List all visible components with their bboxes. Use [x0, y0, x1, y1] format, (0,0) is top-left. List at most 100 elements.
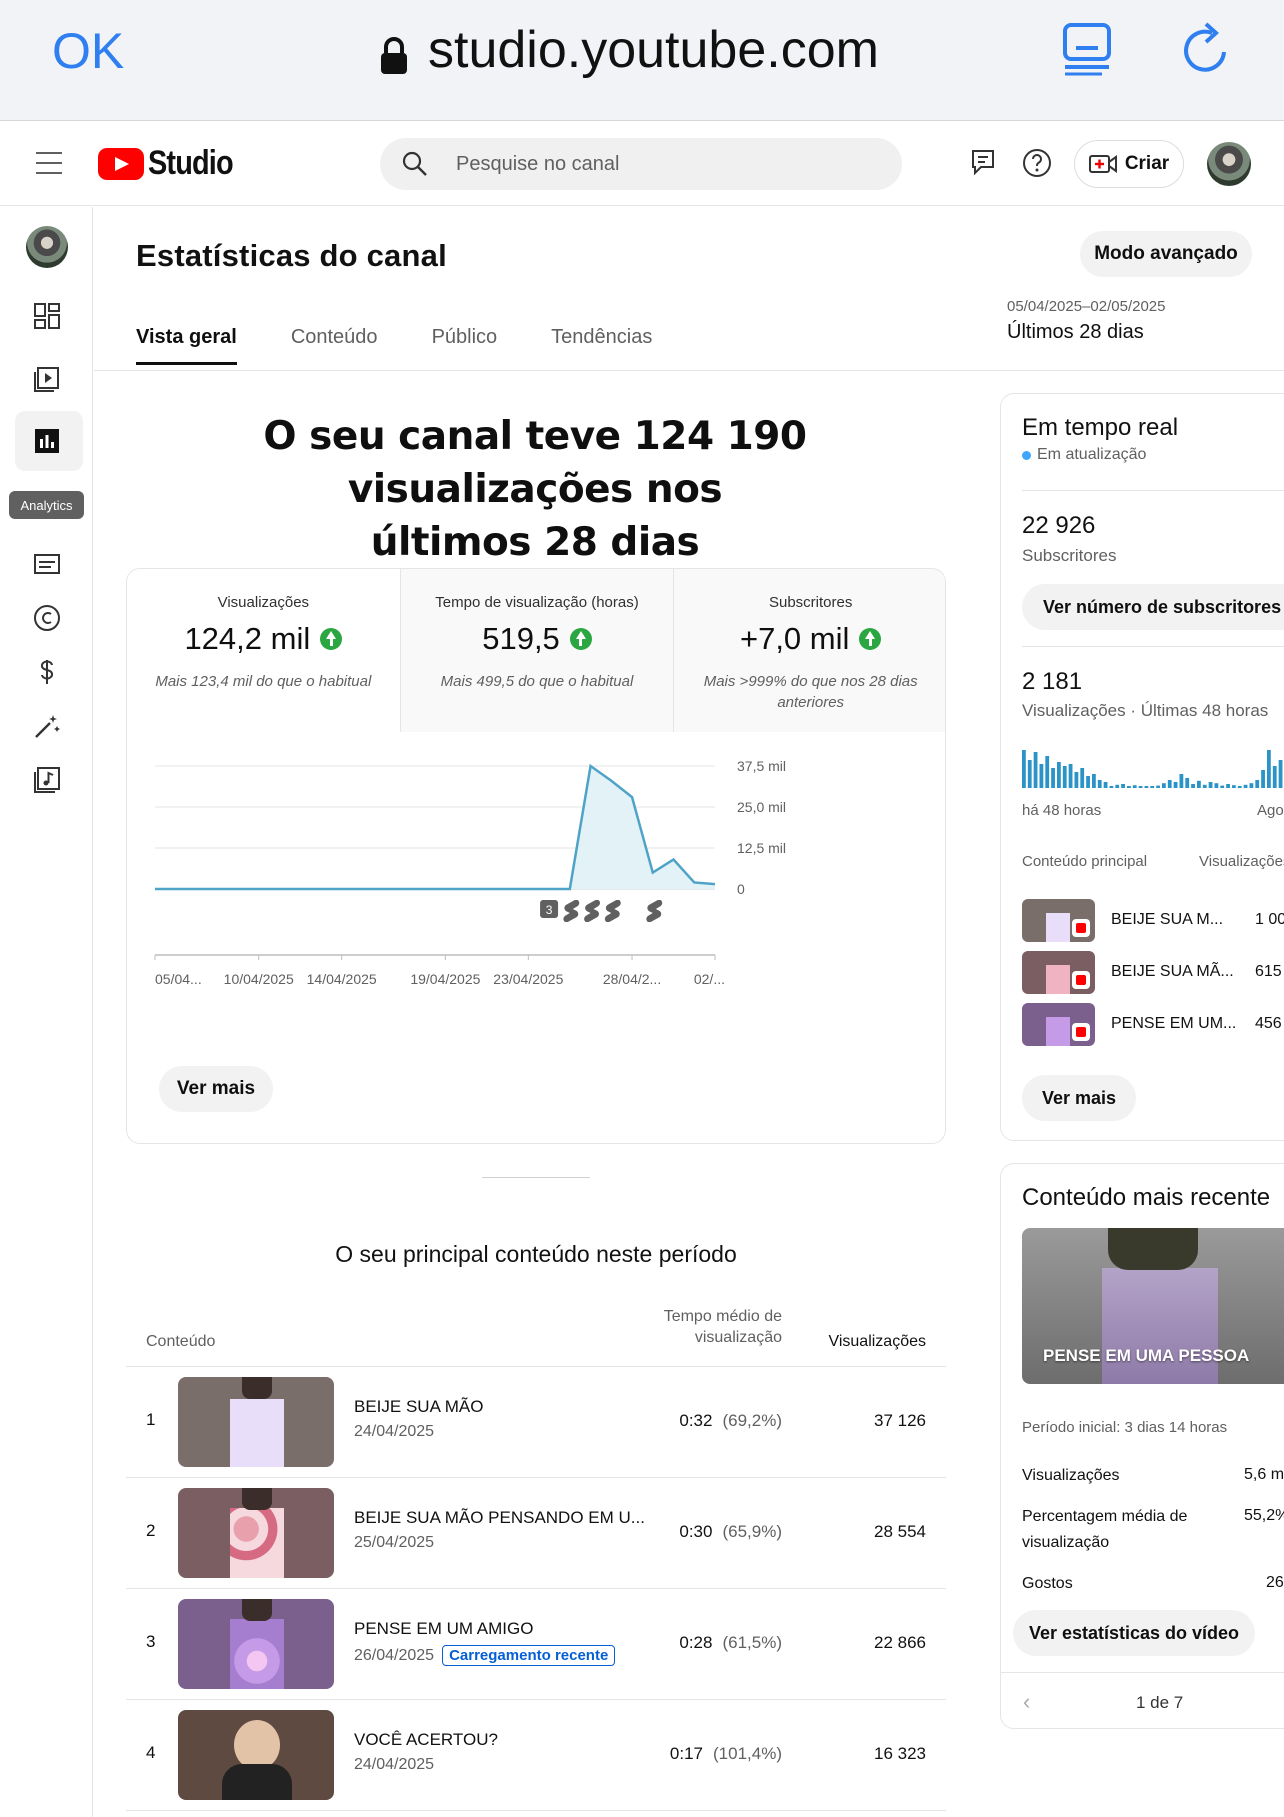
realtime-subs-button[interactable]: Ver número de subscritores em tempo real — [1022, 584, 1284, 630]
avg-percent: (61,5%) — [722, 1633, 782, 1652]
realtime-bar — [1150, 786, 1155, 788]
realtime-bar — [1278, 760, 1283, 788]
page-title: Estatísticas do canal — [136, 238, 447, 273]
stat-label: Visualizações — [1022, 1467, 1120, 1484]
realtime-bar-chart[interactable] — [1022, 748, 1284, 788]
avg-duration: 0:32 (69,2%) — [679, 1411, 782, 1431]
views-chart[interactable]: 37,5 mil 25,0 mil 12,5 mil 0 05/04... 10/04/2… — [127, 732, 946, 1022]
x-tick-label: 05/04... — [155, 971, 202, 987]
customization-wand-icon[interactable] — [33, 712, 61, 740]
chevron-left-icon[interactable]: ‹ — [1023, 1689, 1030, 1715]
realtime-bar — [1185, 778, 1190, 788]
y-tick-label: 25,0 mil — [737, 799, 786, 815]
recent-content-card: Conteúdo mais recente PENSE EM UMA PESSO… — [1000, 1163, 1284, 1729]
metric-subscribers[interactable]: Subscritores +7,0 mil Mais >999% do que … — [674, 569, 945, 732]
menu-icon[interactable] — [36, 152, 62, 174]
x-tick-label: 28/04/2... — [603, 971, 661, 987]
see-more-button[interactable]: Ver mais — [159, 1066, 273, 1112]
dashboard-icon[interactable] — [33, 302, 61, 330]
pager-text: 1 de 7 — [1136, 1693, 1184, 1712]
realtime-bar — [1162, 783, 1166, 788]
metric-value: 519,5 — [482, 621, 560, 656]
metric-label: Subscritores — [768, 594, 853, 611]
video-title[interactable]: BEIJE SUA MÃO — [354, 1397, 483, 1417]
date-range-picker[interactable]: 05/04/2025–02/05/2025 Últimos 28 dias — [1007, 298, 1166, 344]
realtime-bar — [1214, 783, 1219, 788]
separator — [1022, 646, 1284, 647]
subtitles-icon[interactable] — [33, 550, 61, 578]
realtime-bar — [1068, 764, 1073, 788]
copyright-icon[interactable] — [33, 604, 61, 632]
realtime-bar — [1121, 784, 1125, 788]
video-title[interactable]: BEIJE SUA MÃO PENSANDO EM U... — [354, 1508, 645, 1528]
create-button[interactable]: Criar — [1074, 140, 1184, 188]
feedback-icon[interactable] — [970, 148, 996, 176]
arrow-up-icon — [859, 628, 882, 650]
date-range-dates: 05/04/2025–02/05/2025 — [1007, 298, 1166, 315]
table-header: Conteúdo Tempo médio de visualização Vis… — [126, 1306, 946, 1366]
realtime-see-more-button[interactable]: Ver mais — [1022, 1075, 1136, 1121]
arrow-up-icon — [569, 628, 592, 650]
avg-time: 0:17 — [669, 1744, 704, 1763]
lock-icon — [381, 37, 407, 74]
shorts-icon — [604, 900, 621, 922]
tab-overview[interactable]: Vista geral — [136, 326, 237, 365]
realtime-bar — [1092, 774, 1096, 788]
tab-content[interactable]: Conteúdo — [291, 326, 378, 365]
video-title[interactable]: PENSE EM UM AMIGO — [354, 1619, 533, 1639]
realtime-subs-label: Subscritores — [1022, 546, 1117, 565]
reload-icon[interactable] — [1180, 20, 1232, 76]
video-thumbnail[interactable] — [178, 1710, 334, 1800]
recent-video-thumbnail[interactable]: PENSE EM UMA PESSOA — [1022, 1228, 1284, 1384]
earn-icon[interactable] — [33, 658, 61, 686]
video-thumbnail[interactable] — [178, 1377, 334, 1467]
realtime-bar — [1144, 786, 1149, 788]
list-item[interactable]: BEIJE SUA M... 1 002 — [1022, 899, 1284, 943]
studio-logo[interactable]: Studio — [98, 144, 248, 183]
tab-trends[interactable]: Tendências — [551, 326, 652, 365]
realtime-bar — [1249, 783, 1254, 788]
series-area — [155, 766, 715, 889]
video-title[interactable]: VOCÊ ACERTOU? — [354, 1730, 498, 1750]
tab-audience[interactable]: Público — [432, 326, 498, 365]
row-rank: 2 — [146, 1521, 156, 1540]
table-row[interactable]: 3 PENSE EM UM AMIGO 26/04/2025 Carregamen… — [126, 1588, 946, 1699]
separator — [1022, 490, 1284, 491]
metric-watch-time[interactable]: Tempo de visualização (horas) 519,5 Mais… — [400, 569, 675, 732]
video-stats-button[interactable]: Ver estatísticas do vídeo — [1013, 1610, 1255, 1656]
video-thumbnail[interactable] — [178, 1488, 334, 1578]
realtime-axis-left: há 48 horas — [1022, 802, 1102, 819]
help-icon[interactable] — [1022, 148, 1052, 178]
audio-library-icon[interactable] — [33, 766, 61, 794]
search-input[interactable]: Pesquise no canal — [380, 138, 902, 190]
views-headline: O seu canal teve 124 190 visualizações n… — [120, 410, 950, 569]
video-views: 16 323 — [874, 1744, 926, 1763]
table-row[interactable]: 1 BEIJE SUA MÃO 24/04/2025 0:32 (69,2%) 3… — [126, 1366, 946, 1477]
metric-views[interactable]: Visualizações 124,2 mil Mais 123,4 mil d… — [127, 569, 401, 732]
video-views: 1 002 — [1255, 911, 1284, 928]
done-button[interactable]: OK — [52, 22, 124, 80]
table-row[interactable]: 2 BEIJE SUA MÃO PENSANDO EM U... 25/04/2… — [126, 1477, 946, 1588]
realtime-bar — [1255, 780, 1260, 788]
address-bar[interactable]: studio.youtube.com — [380, 20, 879, 80]
row-rank: 1 — [146, 1410, 156, 1429]
video-plus-icon — [1088, 155, 1117, 173]
channel-avatar[interactable] — [26, 226, 68, 268]
realtime-bar — [1033, 752, 1038, 788]
content-icon[interactable] — [33, 364, 61, 392]
table-row[interactable]: 4 VOCÊ ACERTOU? 24/04/2025 0:17 (101,4%) … — [126, 1699, 946, 1810]
headline-line-2: últimos 28 dias — [370, 520, 700, 565]
realtime-bar — [1057, 762, 1061, 788]
list-item[interactable]: PENSE EM UM... 456 — [1022, 1003, 1284, 1047]
video-thumbnail[interactable] — [178, 1599, 334, 1689]
list-item[interactable]: BEIJE SUA MÃ... 615 — [1022, 951, 1284, 995]
realtime-card: Em tempo real Em atualização 22 926 Subs… — [1000, 393, 1284, 1141]
reader-view-icon[interactable] — [1062, 22, 1112, 76]
avg-duration: 0:30 (65,9%) — [679, 1522, 782, 1542]
metric-note: Mais 499,5 do que o habitual — [440, 673, 634, 690]
realtime-bar — [1220, 785, 1225, 788]
metric-label: Tempo de visualização (horas) — [435, 594, 639, 611]
account-avatar[interactable] — [1207, 142, 1251, 186]
advanced-mode-button[interactable]: Modo avançado — [1080, 231, 1252, 277]
x-tick-label: 23/04/2025 — [493, 971, 563, 987]
